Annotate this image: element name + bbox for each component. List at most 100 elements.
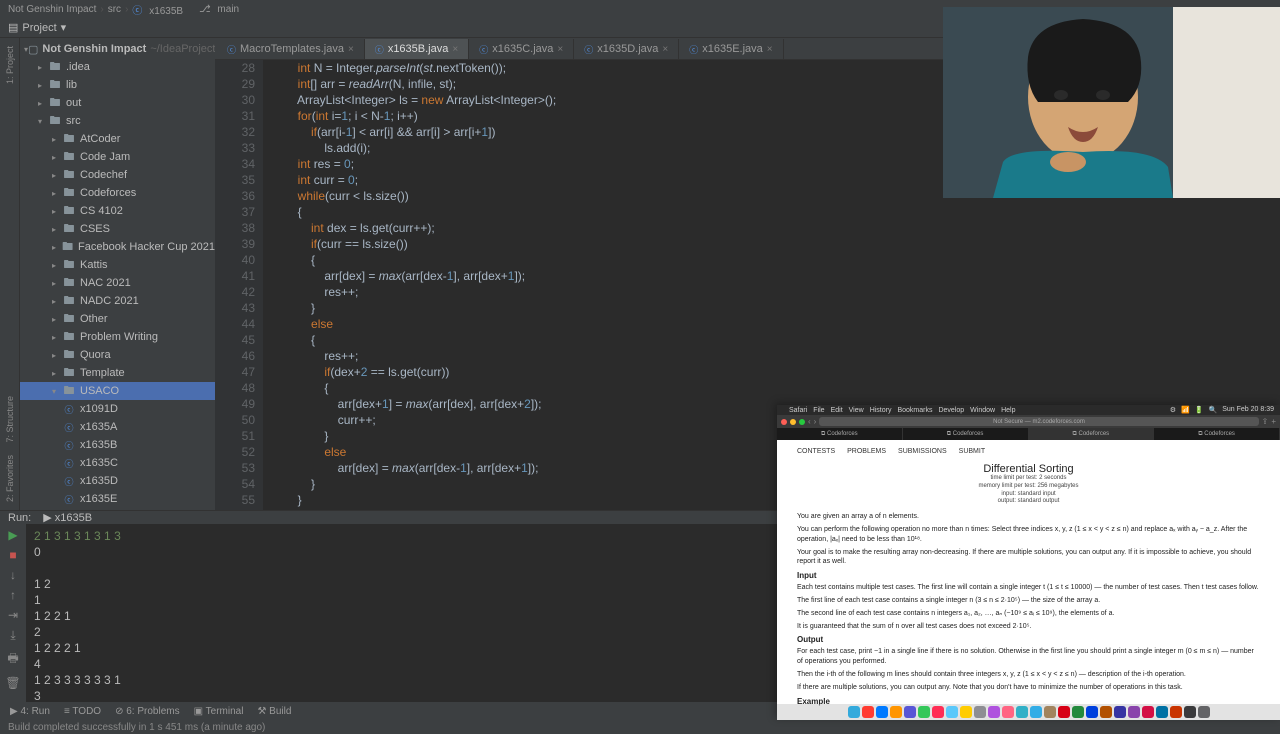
address-bar[interactable]: Not Secure — m2.codeforces.com (819, 417, 1258, 426)
dock-app[interactable] (1170, 706, 1182, 718)
breadcrumb-file[interactable]: ⓒ x1635B (132, 2, 187, 17)
tree-item-x1635d[interactable]: ⓒx1635D (20, 472, 215, 490)
tab-x1635D.java[interactable]: ⓒx1635D.java× (574, 39, 679, 59)
dock-app[interactable] (890, 706, 902, 718)
menu-item[interactable]: Safari (789, 407, 807, 414)
tree-item-cs-4102[interactable]: ▸🖿CS 4102 (20, 202, 215, 220)
tree-item-x1635b[interactable]: ⓒx1635B (20, 436, 215, 454)
dock-app[interactable] (848, 706, 860, 718)
scroll-to-end-icon[interactable]: ⤓ (10, 628, 15, 643)
dock-app[interactable] (1114, 706, 1126, 718)
back-button[interactable]: ‹ (808, 417, 811, 426)
tree-item-nadc-2021[interactable]: ▸🖿NADC 2021 (20, 292, 215, 310)
tree-item-problem-writing[interactable]: ▸🖿Problem Writing (20, 328, 215, 346)
print-icon[interactable]: 🖶 (7, 649, 18, 670)
browser-tab[interactable]: ⧉ Codeforces (1029, 428, 1155, 440)
breadcrumb-src[interactable]: src (108, 4, 121, 15)
tree-item-kattis[interactable]: ▸🖿Kattis (20, 256, 215, 274)
menu-item[interactable]: View (849, 407, 864, 414)
tree-item-.idea[interactable]: ▸🖿.idea (20, 58, 215, 76)
tab-MacroTemplates.java[interactable]: ⓒMacroTemplates.java× (217, 39, 365, 59)
menu-item[interactable]: Develop (938, 407, 964, 414)
clear-all-icon[interactable]: 🗑 (5, 676, 20, 690)
tree-item-cses[interactable]: ▸🖿CSES (20, 220, 215, 238)
up-stack-icon[interactable]: ↑ (10, 588, 16, 602)
dock-app[interactable] (918, 706, 930, 718)
tree-item-x1635e[interactable]: ⓒx1635E (20, 490, 215, 508)
browser-tab[interactable]: ⧉ Codeforces (777, 428, 903, 440)
breadcrumb-project[interactable]: Not Genshin Impact (8, 4, 96, 15)
tab-x1635B.java[interactable]: ⓒx1635B.java× (365, 39, 469, 59)
tab-x1635C.java[interactable]: ⓒx1635C.java× (469, 39, 574, 59)
tree-item-not-genshin-impact.iml[interactable]: 📄Not Genshin Impact.iml (20, 508, 215, 510)
dock-app[interactable] (1030, 706, 1042, 718)
window-close-icon[interactable] (781, 419, 787, 425)
dock-app[interactable] (862, 706, 874, 718)
dock-app[interactable] (1100, 706, 1112, 718)
dock-app[interactable] (988, 706, 1000, 718)
menu-item[interactable]: Bookmarks (897, 407, 932, 414)
dock-app[interactable] (1156, 706, 1168, 718)
menu-item[interactable]: History (870, 407, 892, 414)
forward-button[interactable]: › (814, 417, 817, 426)
bottom-tab[interactable]: ⊘ 6: Problems (109, 706, 186, 717)
new-tab-icon[interactable]: + (1271, 417, 1276, 426)
tree-item-src[interactable]: ▾🖿src (20, 112, 215, 130)
rail-structure[interactable]: 7: Structure (5, 396, 15, 443)
dock-app[interactable] (904, 706, 916, 718)
tree-item-out[interactable]: ▸🖿out (20, 94, 215, 112)
tab-x1635E.java[interactable]: ⓒx1635E.java× (679, 39, 783, 59)
dock-app[interactable] (1198, 706, 1210, 718)
toggle-soft-wrap-icon[interactable]: ⇥ (8, 608, 18, 622)
browser-tab[interactable]: ⧉ Codeforces (1154, 428, 1280, 440)
menubar-status[interactable]: 🔋 (1195, 406, 1204, 414)
browser-tab[interactable]: ⧉ Codeforces (903, 428, 1029, 440)
rail-project[interactable]: 1: Project (5, 46, 15, 84)
menu-item[interactable]: Edit (831, 407, 843, 414)
run-button[interactable]: ▶ (8, 528, 17, 542)
tree-item-x1635c[interactable]: ⓒx1635C (20, 454, 215, 472)
project-tree[interactable]: ▾▢Not Genshin Impact~/IdeaProjects/Not G… (20, 38, 215, 510)
dock-app[interactable] (1016, 706, 1028, 718)
dock-app[interactable] (1002, 706, 1014, 718)
tree-item-codeforces[interactable]: ▸🖿Codeforces (20, 184, 215, 202)
project-view-button[interactable]: ▤ Project ▾ (8, 21, 66, 34)
dock-app[interactable] (960, 706, 972, 718)
stop-button[interactable]: ■ (9, 548, 16, 562)
dock-app[interactable] (1086, 706, 1098, 718)
dock-app[interactable] (932, 706, 944, 718)
menubar-status[interactable]: Sun Feb 20 8:39 (1222, 406, 1274, 414)
tree-item-code-jam[interactable]: ▸🖿Code Jam (20, 148, 215, 166)
menu-item[interactable]: Window (970, 407, 995, 414)
tree-item-template[interactable]: ▸🖿Template (20, 364, 215, 382)
tree-item-facebook-hacker-cup-2021[interactable]: ▸🖿Facebook Hacker Cup 2021 (20, 238, 215, 256)
menubar-status[interactable]: 🔍 (1209, 406, 1218, 414)
window-min-icon[interactable] (790, 419, 796, 425)
tree-item-nac-2021[interactable]: ▸🖿NAC 2021 (20, 274, 215, 292)
tree-root[interactable]: ▾▢Not Genshin Impact~/IdeaProjects/Not G… (20, 40, 215, 58)
cf-nav-item[interactable]: PROBLEMS (847, 448, 886, 455)
dock-app[interactable] (946, 706, 958, 718)
menubar-status[interactable]: 📶 (1181, 406, 1190, 414)
rerun-button[interactable]: ↓ (10, 568, 16, 582)
bottom-tab[interactable]: ≡ TODO (58, 706, 107, 717)
vcs-branch[interactable]: ⎇ main (199, 4, 243, 15)
window-max-icon[interactable] (799, 419, 805, 425)
tree-item-quora[interactable]: ▸🖿Quora (20, 346, 215, 364)
dock-app[interactable] (1072, 706, 1084, 718)
cf-nav-item[interactable]: CONTESTS (797, 448, 835, 455)
run-config-name[interactable]: ▶ x1635B (43, 511, 92, 524)
dock-app[interactable] (1044, 706, 1056, 718)
share-icon[interactable]: ⇪ (1262, 417, 1269, 426)
bottom-tab[interactable]: ⚒ Build (251, 706, 297, 717)
menu-item[interactable]: File (813, 407, 824, 414)
dock-app[interactable] (876, 706, 888, 718)
rail-favorites[interactable]: 2: Favorites (5, 455, 15, 502)
tree-item-x1091d[interactable]: ⓒx1091D (20, 400, 215, 418)
bottom-tab[interactable]: ▣ Terminal (188, 706, 250, 717)
tree-item-codechef[interactable]: ▸🖿Codechef (20, 166, 215, 184)
cf-nav-item[interactable]: SUBMIT (959, 448, 985, 455)
menubar-status[interactable]: ⚙ (1170, 406, 1176, 414)
tree-item-x1635a[interactable]: ⓒx1635A (20, 418, 215, 436)
tree-item-atcoder[interactable]: ▸🖿AtCoder (20, 130, 215, 148)
